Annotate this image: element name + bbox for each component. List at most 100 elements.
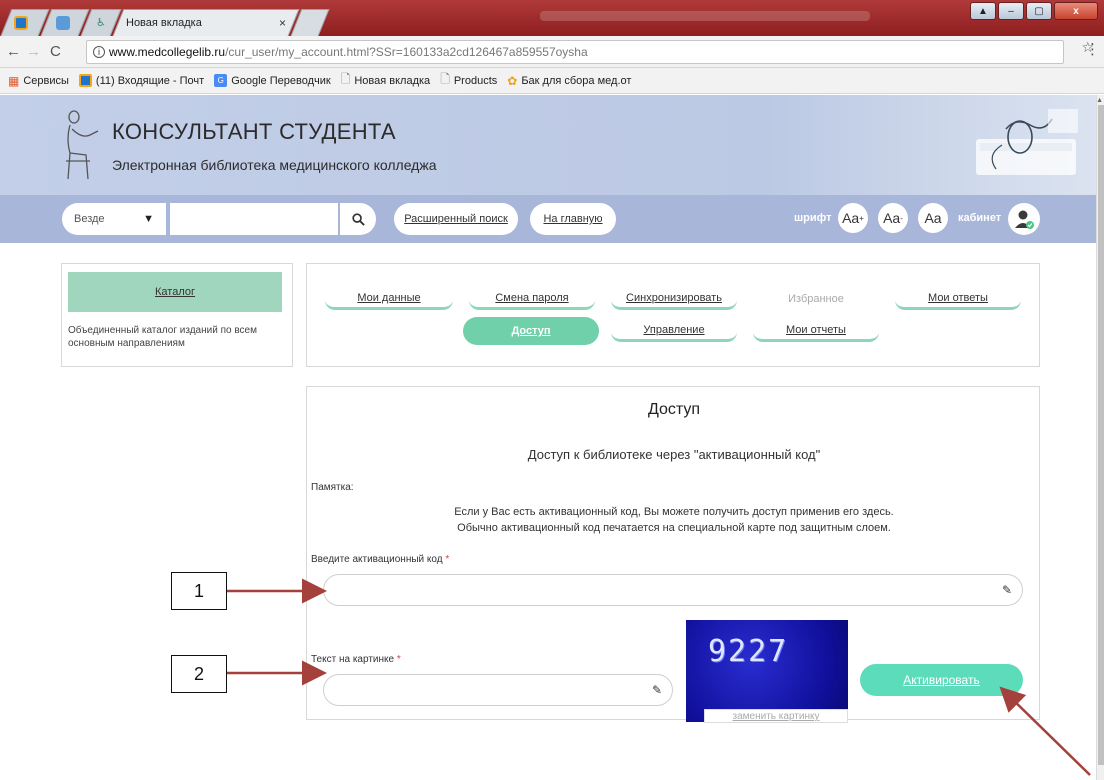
extension-icon [56, 15, 70, 30]
maximize-button[interactable]: ▢ [1026, 2, 1052, 20]
memo-line-2: Обычно активационный код печатается на с… [457, 522, 891, 534]
access-subtitle: Доступ к библиотеке через "активационный… [527, 447, 821, 462]
tab-my-answers[interactable]: Мои ответы [895, 288, 1021, 310]
cabinet-avatar-button[interactable] [1008, 203, 1040, 235]
font-reset-button[interactable]: Aa [918, 203, 948, 233]
activation-code-input[interactable]: ✎ [323, 574, 1023, 606]
cabinet-label: кабинет [958, 212, 1002, 224]
tab-change-password[interactable]: Смена пароля [469, 288, 595, 310]
tab-synchronize[interactable]: Синхронизировать [611, 288, 737, 310]
tab-my-reports[interactable]: Мои отчеты [753, 320, 879, 342]
home-link[interactable]: На главную [530, 203, 616, 235]
activation-code-label: Введите активационный код * [311, 554, 449, 565]
memo-line-1: Если у Вас есть активационный код, Вы мо… [454, 506, 894, 518]
scrollbar-thumb[interactable] [1098, 105, 1104, 765]
url-field[interactable]: i www.medcollegelib.ru/cur_user/my_accou… [86, 40, 1064, 64]
page-scrollbar[interactable] [1096, 95, 1104, 780]
bookmark-label: Сервисы [23, 74, 69, 87]
search-bar: Везде ▼ Расширенный поиск На главную шри… [0, 195, 1096, 243]
callout-2: 2 [171, 655, 227, 693]
site-header: КОНСУЛЬТАНТ СТУДЕНТА Электронная библиот… [0, 95, 1096, 195]
captcha-input[interactable]: ✎ [323, 674, 673, 706]
url-path: /cur_user/my_account.html?SSr=160133a2cd… [225, 45, 588, 59]
info-icon[interactable]: i [93, 46, 105, 58]
translate-icon: G [214, 74, 228, 87]
font-reset-label: Aa [924, 210, 942, 226]
bookmark-inbox[interactable]: (11) Входящие - Почт [78, 74, 205, 87]
browser-tab-1-content [14, 9, 40, 36]
bookmark-label: Google Переводчик [231, 74, 331, 87]
activate-button[interactable]: Активировать [860, 664, 1023, 696]
catalog-panel: Каталог Объединенный каталог изданий по … [61, 263, 293, 367]
site-subtitle: Электронная библиотека медицинского колл… [112, 157, 437, 173]
close-window-button[interactable]: x [1054, 2, 1098, 20]
bookmark-services[interactable]: ▦ Сервисы [8, 74, 69, 88]
required-mark: * [396, 654, 401, 665]
captcha-text: 9227 [708, 634, 789, 669]
font-decrease-button[interactable]: Aa - [878, 203, 908, 233]
bookmark-new-tab[interactable]: 🗋 Новая вкладка [341, 70, 430, 91]
bookmark-translate[interactable]: G Google Переводчик [214, 74, 331, 87]
minimize-button[interactable]: – [998, 2, 1024, 20]
window-controls: ▲ – ▢ x [970, 2, 1098, 20]
font-decrease-label: Aa [883, 210, 901, 226]
forward-arrow-icon[interactable]: → [26, 43, 41, 60]
reload-icon[interactable]: C [50, 43, 61, 60]
captcha-label-text: Текст на картинке [311, 654, 395, 665]
browser-tab-2-content [56, 9, 82, 36]
mail-icon [78, 74, 92, 87]
memo-text: Если у Вас есть активационный код, Вы мо… [307, 504, 1041, 536]
captcha-label: Текст на картинке * [311, 654, 401, 665]
account-nav: Мои данные Смена пароля Синхронизировать… [306, 263, 1040, 367]
tab-management[interactable]: Управление [611, 320, 737, 342]
student-logo-icon[interactable] [64, 109, 104, 183]
bookmark-label: Новая вкладка [354, 74, 431, 87]
browser-menu-icon[interactable]: ⋮ [1085, 40, 1100, 58]
access-panel: Доступ Доступ к библиотеке через "актива… [306, 386, 1041, 723]
callout-1: 1 [171, 572, 227, 610]
url-domain: www.medcollegelib.ru [109, 45, 226, 59]
address-bar: ← → C i www.medcollegelib.ru/cur_user/my… [0, 36, 1104, 68]
search-input[interactable] [170, 203, 338, 235]
font-increase-label: Aa [842, 210, 860, 226]
access-title: Доступ [647, 401, 701, 418]
captcha-refresh-link[interactable]: заменить картинку [704, 709, 848, 723]
bookmark-med-waste[interactable]: ✿ Бак для сбора мед.от [507, 74, 631, 88]
advanced-search-link[interactable]: Расширенный поиск [394, 203, 518, 235]
font-size-label: шрифт [794, 212, 832, 224]
scroll-up-icon[interactable]: ▲ [1096, 97, 1103, 104]
search-icon [351, 212, 365, 226]
search-scope-value: Везде [74, 213, 105, 225]
figure-icon: ♿ [96, 17, 106, 29]
tab-close-icon[interactable]: × [279, 16, 286, 30]
catalog-link[interactable]: Каталог [68, 272, 282, 312]
tab-favorites: Избранное [788, 293, 844, 305]
page-icon: 🗋 [340, 72, 351, 86]
search-button[interactable] [340, 203, 376, 235]
site-title[interactable]: КОНСУЛЬТАНТ СТУДЕНТА [112, 119, 396, 145]
back-arrow-icon[interactable]: ← [6, 43, 21, 60]
user-avatar-icon [1015, 210, 1034, 229]
captcha-image: 9227 [686, 620, 848, 722]
bookmark-label: Бак для сбора мед.от [521, 74, 632, 87]
book-stethoscope-icon [976, 109, 1078, 175]
bookmark-products[interactable]: 🗋 Products [440, 70, 497, 91]
search-scope-select[interactable]: Везде ▼ [62, 203, 166, 235]
pencil-icon: ✎ [1001, 583, 1012, 597]
window-title [540, 11, 870, 21]
pencil-icon: ✎ [651, 683, 662, 697]
page-icon: 🗋 [440, 72, 450, 86]
bookmark-label: Products [453, 74, 498, 87]
memo-label: Памятка: [311, 482, 354, 493]
bookmark-label: (11) Входящие - Почт [95, 74, 205, 87]
chevron-down-icon: ▼ [143, 213, 154, 225]
user-icon[interactable]: ▲ [970, 2, 996, 20]
browser-tab-active-content: Новая вкладка × [126, 9, 286, 36]
font-increase-button[interactable]: Aa + [838, 203, 868, 233]
catalog-description: Объединенный каталог изданий по всем осн… [68, 325, 257, 349]
mail-icon [14, 15, 28, 30]
bookmarks-bar: ▦ Сервисы (11) Входящие - Почт G Google … [0, 68, 1104, 94]
activation-code-label-text: Введите активационный код [311, 554, 443, 565]
tab-my-data[interactable]: Мои данные [325, 288, 453, 310]
tab-access[interactable]: Доступ [463, 317, 599, 345]
